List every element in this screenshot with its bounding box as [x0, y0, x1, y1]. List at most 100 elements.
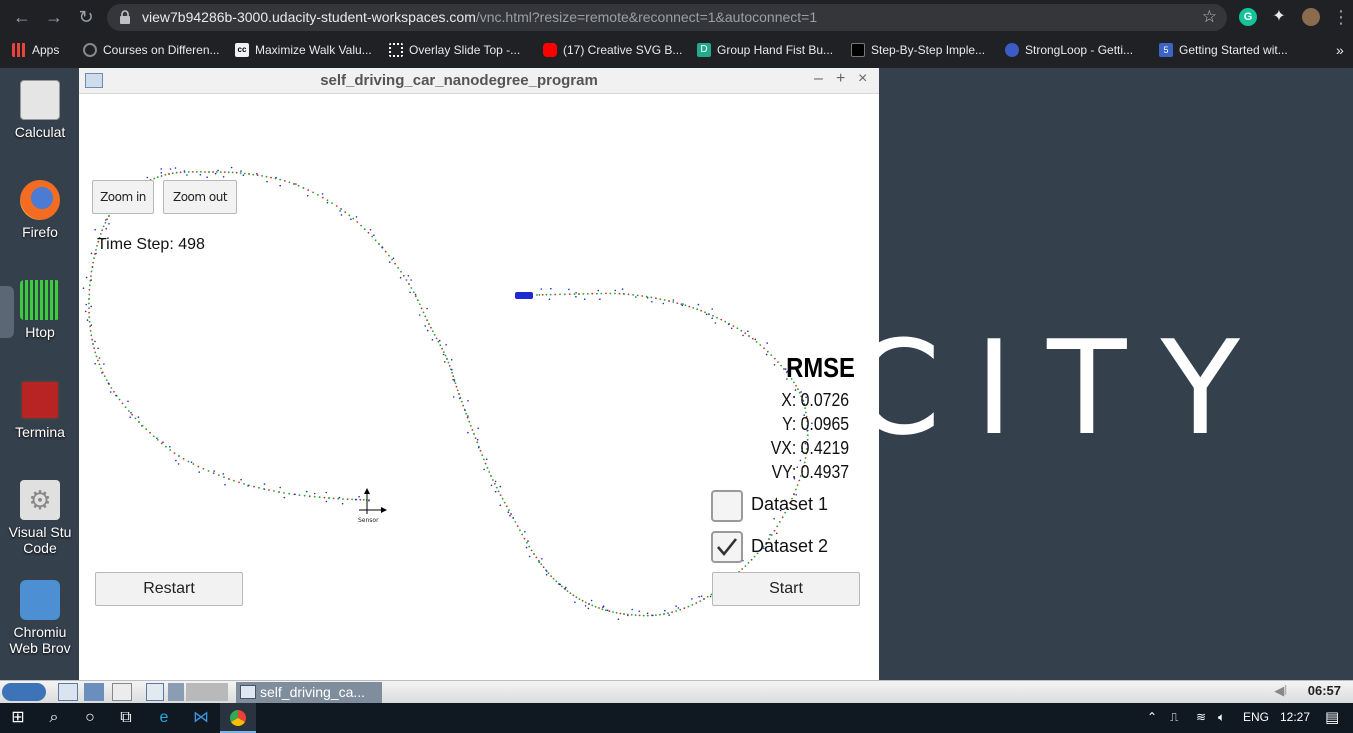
vscode-icon[interactable]: ⋈	[183, 703, 219, 733]
track-point	[243, 172, 246, 175]
measurement-point	[538, 561, 540, 563]
track-point	[573, 293, 576, 295]
back-arrow-icon[interactable]: ←	[10, 5, 34, 29]
track-point	[303, 494, 306, 497]
bookmark-item[interactable]: Step-By-Step Imple...	[851, 41, 985, 59]
dataset1-label: Dataset 1	[751, 494, 829, 514]
restart-button[interactable]: Restart	[95, 572, 243, 606]
simulator-canvas[interactable]: Sensor Zoom in Zoom out Time Step: 498 R…	[79, 94, 879, 680]
reload-icon[interactable]: ↻	[74, 5, 98, 29]
track-point	[283, 492, 285, 494]
bookmark-item[interactable]: D Group Hand Fist Bu...	[697, 41, 833, 59]
search-icon[interactable]: ⌕	[36, 703, 72, 733]
language-indicator[interactable]: ENG	[1243, 710, 1269, 724]
measurement-point	[451, 369, 453, 371]
lock-icon[interactable]	[119, 10, 131, 24]
track-point	[586, 292, 589, 295]
track-point	[270, 176, 272, 179]
taskbar-window-button[interactable]: self_driving_ca...	[236, 682, 382, 703]
measurement-point	[90, 324, 93, 326]
measurement-point	[137, 416, 140, 418]
window-titlebar[interactable]: self_driving_car_nanodegree_program – + …	[79, 68, 879, 94]
extensions-puzzle-icon[interactable]: ✦	[1270, 8, 1288, 26]
bookmark-item[interactable]: Overlay Slide Top -...	[389, 41, 520, 59]
desktop-icon-vscode[interactable]: ⚙ Visual Stu Code	[0, 480, 80, 556]
bookmark-item[interactable]: Courses on Differen...	[83, 41, 220, 59]
bookmark-item[interactable]: cc Maximize Walk Valu...	[235, 41, 372, 59]
desktop-icon-htop[interactable]: Htop	[0, 280, 80, 340]
address-bar[interactable]: view7b94286b-3000.udacity-student-worksp…	[107, 4, 1227, 31]
desktop-switcher-icon[interactable]	[84, 683, 104, 701]
measurement-point	[91, 266, 94, 268]
workspace-3[interactable]	[186, 683, 228, 701]
track-point	[138, 421, 140, 423]
apps-grid-icon	[12, 43, 26, 57]
windows-start-icon[interactable]: ⊞	[0, 703, 36, 733]
network-icon[interactable]: ⎍	[1170, 710, 1178, 725]
track-point	[699, 600, 702, 602]
cc-icon: cc	[235, 43, 249, 57]
speaker-icon[interactable]: 🔈︎	[1218, 710, 1225, 725]
zoom-out-button[interactable]: Zoom out	[163, 180, 237, 214]
task-view-icon[interactable]: ⧉	[108, 703, 144, 733]
track-point	[182, 457, 185, 460]
minimize-button[interactable]: –	[814, 70, 823, 88]
cortana-icon[interactable]: ○	[72, 703, 108, 733]
track-point	[410, 287, 413, 289]
chrome-icon[interactable]	[220, 703, 256, 733]
show-hidden-icons-icon[interactable]: ⌃	[1147, 710, 1157, 724]
wifi-icon[interactable]: ≋	[1196, 710, 1206, 724]
edge-icon[interactable]: e	[146, 703, 182, 733]
star-icon[interactable]: ☆	[1202, 7, 1217, 27]
profile-avatar[interactable]	[1302, 8, 1320, 26]
track-point	[197, 465, 200, 468]
track-point	[374, 239, 377, 242]
desktop-icon-firefox[interactable]: Firefo	[0, 180, 80, 240]
track-point	[447, 361, 450, 364]
file-manager-icon[interactable]	[58, 683, 78, 701]
track-point	[212, 171, 214, 173]
notifications-icon[interactable]: ▤	[1325, 708, 1339, 726]
html5-icon: 5	[1159, 43, 1173, 57]
taskbar-clock[interactable]: 12:27	[1280, 710, 1310, 724]
dataset1-checkbox[interactable]	[711, 490, 743, 522]
track-point	[663, 613, 665, 615]
start-menu-icon[interactable]	[2, 683, 46, 701]
desktop-icon-terminal[interactable]: Termina	[0, 380, 80, 440]
measurement-point	[467, 415, 469, 417]
measurement-point	[105, 227, 107, 230]
desktop-icon-calculator[interactable]: Calculat	[0, 80, 80, 140]
bookmark-item[interactable]: StrongLoop - Getti...	[1005, 41, 1133, 59]
more-bookmarks-chevron[interactable]: »	[1336, 41, 1344, 59]
measurement-point	[295, 183, 297, 185]
desktop-icon-chromium[interactable]: Chromiu Web Brov	[0, 580, 80, 656]
measurement-point	[773, 364, 776, 366]
measurement-point	[94, 362, 96, 365]
bookmark-apps[interactable]: Apps	[12, 41, 59, 59]
bookmark-item[interactable]: (17) Creative SVG B...	[543, 41, 682, 59]
workspace-2[interactable]	[168, 683, 184, 701]
measurement-point	[459, 397, 461, 400]
measurement-point	[527, 540, 529, 542]
track-point	[168, 173, 170, 175]
forward-arrow-icon[interactable]: →	[42, 5, 66, 29]
track-point	[88, 289, 91, 291]
close-button[interactable]: ×	[858, 70, 867, 88]
measurement-point	[85, 276, 88, 279]
track-point	[223, 171, 226, 173]
track-point	[744, 565, 747, 567]
bookmark-item[interactable]: 5 Getting Started wit...	[1159, 41, 1288, 59]
start-button[interactable]: Start	[712, 572, 860, 606]
track-point	[696, 308, 699, 311]
workspace-1[interactable]	[146, 683, 164, 701]
measurement-point	[490, 484, 493, 487]
grammarly-icon[interactable]: G	[1239, 8, 1257, 26]
volume-icon[interactable]: ◀⦚	[1274, 683, 1287, 699]
zoom-in-button[interactable]: Zoom in	[92, 180, 154, 214]
maximize-button[interactable]: +	[836, 70, 845, 88]
track-point	[228, 478, 230, 480]
terminal-launcher-icon[interactable]	[112, 683, 132, 701]
dataset2-checkbox[interactable]	[711, 531, 743, 563]
menu-kebab-icon[interactable]: ⋮	[1332, 5, 1350, 29]
track-point	[486, 466, 489, 469]
